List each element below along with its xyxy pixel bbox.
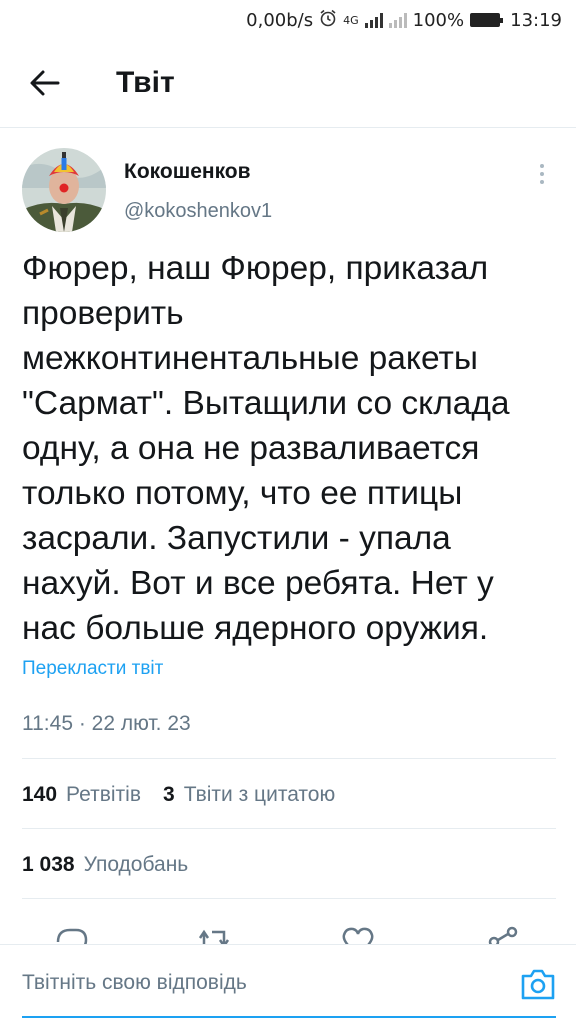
more-options-icon[interactable] — [528, 160, 556, 188]
display-name[interactable]: Кокошенков — [124, 160, 251, 184]
quotes-stat[interactable]: 3 Твіти з цитатою — [163, 783, 335, 807]
status-bar: 0,00b/s 4G 100% 13:19 — [0, 0, 576, 40]
likes-stat[interactable]: 1 038 Уподобань — [22, 853, 188, 877]
divider — [22, 828, 556, 829]
tweet-actions — [0, 914, 576, 944]
reply-focus-underline — [22, 1016, 556, 1018]
camera-icon[interactable] — [520, 967, 556, 1001]
divider — [22, 758, 556, 759]
quotes-count: 3 — [163, 783, 175, 806]
net-speed: 0,00b/s — [246, 9, 314, 31]
page-title: Твіт — [116, 66, 175, 99]
reply-input[interactable] — [22, 971, 462, 995]
retweets-count: 140 — [22, 783, 58, 806]
tweet-timestamp: 11:45 · 22 лют. 23 — [22, 712, 191, 735]
clock: 13:19 — [510, 9, 562, 31]
user-handle[interactable]: @kokoshenkov1 — [124, 200, 272, 223]
retweet-stats-row: 140 Ретвітів 3 Твіти з цитатою — [22, 780, 357, 810]
network-type: 4G — [343, 13, 359, 27]
retweet-icon[interactable] — [194, 924, 234, 944]
top-bar: Твіт — [0, 40, 576, 128]
quotes-label: Твіти з цитатою — [183, 783, 336, 806]
translate-link[interactable]: Перекласти твіт — [22, 658, 163, 680]
signal-icon — [364, 12, 383, 28]
battery-icon — [470, 13, 504, 27]
divider — [22, 898, 556, 899]
reply-icon[interactable] — [52, 924, 92, 944]
reply-bar — [0, 944, 576, 1024]
likes-count: 1 038 — [22, 853, 75, 876]
like-icon[interactable] — [338, 924, 378, 944]
tweet-text: Фюрер, наш Фюрер, приказал проверить меж… — [22, 250, 510, 647]
likes-label: Уподобань — [83, 853, 189, 876]
battery-percent: 100% — [412, 9, 465, 31]
retweets-stat[interactable]: 140 Ретвітів — [22, 783, 141, 807]
retweets-label: Ретвітів — [66, 783, 141, 806]
arrow-left-icon[interactable] — [28, 68, 62, 98]
likes-stats-row: 1 038 Уподобань — [22, 850, 210, 880]
share-icon[interactable] — [484, 924, 524, 944]
signal-icon — [388, 12, 407, 28]
alarm-icon — [319, 9, 337, 32]
avatar[interactable] — [22, 148, 106, 232]
